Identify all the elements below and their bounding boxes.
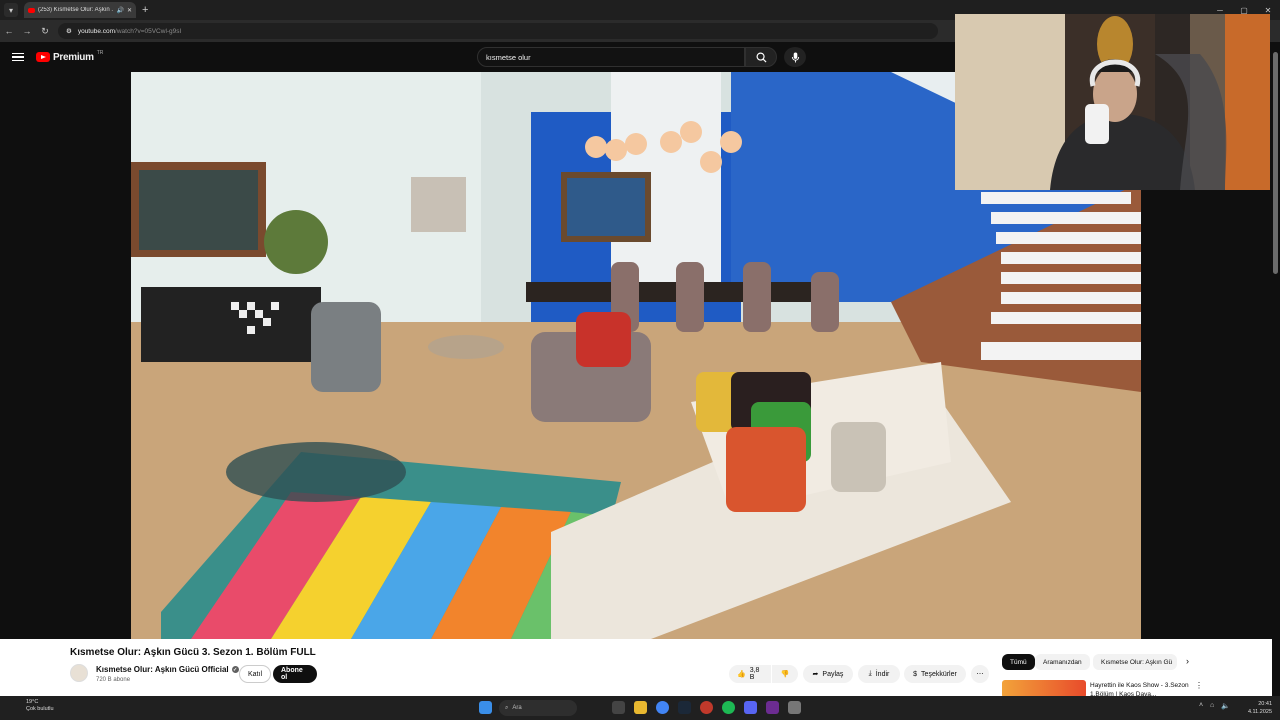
channel-link[interactable]: Kısmetse Olur: Aşkın Gücü Official ✓ bbox=[96, 665, 239, 674]
search-input[interactable]: kısmetse olur bbox=[477, 47, 745, 67]
task-view-icon[interactable] bbox=[612, 701, 625, 714]
weather-widget[interactable]: 19°C Çok bulutlu bbox=[10, 699, 70, 713]
volume-icon[interactable]: 🔈 bbox=[1221, 702, 1230, 710]
logo-region: TR bbox=[96, 49, 104, 56]
thumbs-down-icon: 👎 bbox=[780, 671, 790, 678]
system-tray: ˄ ⌂ 🔈 bbox=[1199, 702, 1230, 710]
windows-taskbar: 19°C Çok bulutlu ⌕ Ara ˄ ⌂ 🔈 20:41 4.11.… bbox=[0, 696, 1280, 720]
speaker-icon[interactable]: 🔊 bbox=[116, 7, 123, 14]
verified-check-icon: ✓ bbox=[231, 666, 239, 673]
chrome-icon[interactable] bbox=[656, 701, 669, 714]
chevron-right-icon[interactable]: › bbox=[1186, 656, 1189, 666]
url-path: /watch?v=05VCwl-g9sI bbox=[115, 27, 182, 35]
channel-name: Kısmetse Olur: Aşkın Gücü Official bbox=[96, 665, 229, 674]
thanks-label: Teşekkürler bbox=[921, 670, 957, 678]
download-button[interactable]: ⤓ İndir bbox=[858, 665, 900, 683]
obs-icon[interactable] bbox=[766, 701, 779, 714]
dislike-button[interactable]: 👎 bbox=[772, 665, 798, 683]
tab-close-icon[interactable]: ✕ bbox=[127, 7, 132, 14]
page-scrollbar[interactable] bbox=[1272, 42, 1280, 696]
start-button-icon[interactable] bbox=[479, 701, 492, 714]
tray-chevron-icon[interactable]: ˄ bbox=[1199, 702, 1203, 710]
discord-icon[interactable] bbox=[744, 701, 757, 714]
download-label: İndir bbox=[875, 670, 890, 678]
logo-text: Premium bbox=[53, 51, 94, 63]
search-button[interactable] bbox=[745, 47, 777, 67]
reload-button[interactable]: ↻ bbox=[36, 26, 54, 37]
channel-avatar[interactable] bbox=[70, 664, 88, 682]
webcam-overlay bbox=[955, 14, 1270, 190]
taskbar-clock[interactable]: 20:41 4.11.2025 bbox=[1248, 700, 1272, 716]
share-arrow-icon: ➦ bbox=[812, 671, 819, 678]
weather-desc: Çok bulutlu bbox=[26, 706, 54, 712]
chip-from-search[interactable]: Aramanızdan bbox=[1035, 654, 1090, 670]
tab-list-button[interactable]: ▾ bbox=[4, 3, 18, 17]
forward-button[interactable]: → bbox=[18, 26, 36, 36]
recommended-menu-icon[interactable]: ⋮ bbox=[1195, 681, 1203, 690]
youtube-logo[interactable]: Premium TR bbox=[36, 49, 104, 63]
browser-tab-active[interactable]: (253) Kısmetse Olur: Aşkın ... 🔊 ✕ bbox=[24, 2, 136, 18]
search-icon bbox=[756, 52, 767, 63]
url-bar[interactable]: ⚙ youtube.com/watch?v=05VCwl-g9sI bbox=[58, 23, 938, 39]
taskbar-search-text: Ara bbox=[512, 705, 522, 711]
steam-icon[interactable] bbox=[678, 701, 691, 714]
clock-date: 4.11.2025 bbox=[1247, 709, 1272, 715]
taskbar-search[interactable]: ⌕ Ara bbox=[499, 700, 577, 716]
new-tab-button[interactable]: + bbox=[142, 4, 148, 16]
back-button[interactable]: ← bbox=[0, 26, 18, 36]
youtube-favicon-icon bbox=[28, 7, 35, 13]
share-button[interactable]: ➦ Paylaş bbox=[803, 665, 853, 683]
youtube-play-icon bbox=[36, 52, 50, 62]
network-icon[interactable]: ⌂ bbox=[1210, 702, 1214, 710]
join-button[interactable]: Katıl bbox=[239, 665, 271, 683]
like-count: 3,8 B bbox=[749, 667, 760, 681]
like-button[interactable]: 👍 3,8 B bbox=[729, 665, 771, 683]
microphone-icon bbox=[791, 52, 799, 62]
more-actions-button[interactable]: ⋯ bbox=[971, 665, 989, 683]
spotify-icon[interactable] bbox=[722, 701, 735, 714]
chip-channel[interactable]: Kısmetse Olur: Aşkın Gü bbox=[1093, 654, 1177, 670]
tab-title: (253) Kısmetse Olur: Aşkın ... bbox=[38, 7, 114, 13]
file-explorer-icon[interactable] bbox=[634, 701, 647, 714]
scrollbar-thumb[interactable] bbox=[1273, 52, 1278, 274]
app-icon-2[interactable] bbox=[788, 701, 801, 714]
site-info-icon[interactable]: ⚙ bbox=[66, 27, 72, 35]
share-label: Paylaş bbox=[822, 670, 844, 678]
thumbs-up-icon: 👍 bbox=[737, 671, 746, 678]
app-icon[interactable] bbox=[700, 701, 713, 714]
voice-search-button[interactable] bbox=[784, 47, 806, 67]
clock-time: 20:41 bbox=[1258, 701, 1272, 707]
video-title: Kısmetse Olur: Aşkın Gücü 3. Sezon 1. Bö… bbox=[70, 647, 316, 658]
webcam-frame bbox=[955, 14, 1270, 190]
thanks-button[interactable]: $ Teşekkürler bbox=[904, 665, 966, 683]
more-dots-icon: ⋯ bbox=[976, 671, 984, 678]
weather-temp: 19°C bbox=[26, 699, 39, 705]
chip-all[interactable]: Tümü bbox=[1002, 654, 1035, 670]
download-icon: ⤓ bbox=[868, 670, 872, 677]
subscriber-count: 720 B abone bbox=[96, 677, 131, 683]
thanks-icon: $ bbox=[913, 670, 918, 678]
subscribe-button[interactable]: Abone ol bbox=[273, 665, 317, 683]
url-host: youtube.com bbox=[77, 27, 116, 35]
taskbar-search-icon: ⌕ bbox=[505, 704, 509, 711]
hamburger-menu-icon[interactable] bbox=[12, 52, 24, 62]
video-info-panel: Kısmetse Olur: Aşkın Gücü 3. Sezon 1. Bö… bbox=[0, 639, 1272, 698]
